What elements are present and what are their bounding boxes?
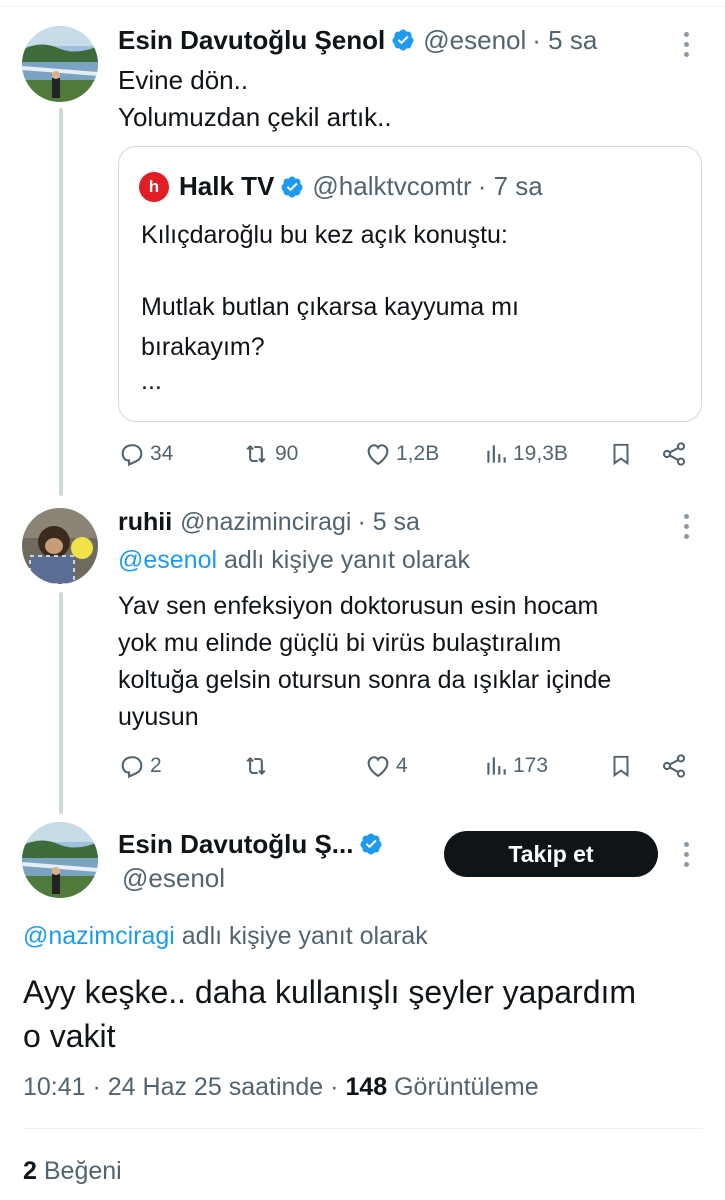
views-icon: [487, 445, 506, 463]
main-tweet-handle-row: @esenol: [118, 862, 225, 894]
repost-button[interactable]: [241, 752, 275, 780]
view-label: Görüntüleme: [394, 1073, 539, 1101]
tweet-text-line: yok mu elinde güçlü bi virüs bulaştıralı…: [118, 629, 562, 657]
main-tweet-timestamp: 10:41 · 24 Haz 25 saatinde · 148 Görüntü…: [23, 1071, 539, 1103]
likes-count: 2: [23, 1157, 37, 1185]
reply-mention-link[interactable]: @nazimciragi: [23, 922, 175, 950]
bookmark-icon: [613, 755, 629, 778]
reply-count: 34: [150, 442, 174, 465]
more-icon[interactable]: [684, 514, 690, 544]
verified-badge-icon: [360, 833, 382, 855]
quote-text-line: Kılıçdaroğlu bu kez açık konuştu:: [141, 221, 508, 249]
reply-count: 2: [150, 754, 162, 777]
tweet-text-line: Yolumuzdan çekil artık..: [118, 102, 392, 132]
author-name[interactable]: ruhii: [118, 506, 172, 538]
like-button[interactable]: 1,2B: [364, 440, 439, 468]
like-count: 4: [396, 754, 408, 777]
tweet-actions: 34 90 1,2B 19,3B: [118, 440, 698, 474]
repost-button[interactable]: 90: [241, 440, 298, 468]
bookmark-icon: [613, 443, 629, 466]
tweet-header: ruhii @naziminciragi · 5 sa: [118, 506, 420, 538]
reply-button[interactable]: 2: [118, 752, 162, 780]
verified-badge-icon: [392, 29, 414, 51]
quote-text-line: ...: [141, 367, 162, 395]
repost-icon: [246, 756, 266, 776]
reply-to-suffix: adlı kişiye yanıt olarak: [224, 546, 470, 574]
main-tweet-text: Ayy keşke.. daha kullanışlı şeyler yapar…: [23, 970, 713, 1058]
reply-mention-link[interactable]: @esenol: [118, 546, 217, 574]
like-icon: [367, 756, 389, 778]
tweet-text: Yav sen enfeksiyon doktorusun esin hocam…: [118, 588, 611, 736]
view-count: 148: [345, 1073, 388, 1101]
thread-line: [59, 108, 63, 496]
author-handle[interactable]: @naziminciragi: [180, 506, 351, 538]
reply-to-suffix: adlı kişiye yanıt olarak: [181, 922, 428, 950]
avatar[interactable]: [22, 508, 98, 584]
views-button[interactable]: 19,3B: [483, 440, 568, 468]
author-handle[interactable]: @esenol: [122, 862, 225, 894]
author-handle[interactable]: @esenol: [423, 24, 526, 56]
author-name[interactable]: Esin Davutoğlu Ş...: [118, 828, 353, 860]
quote-text-line: Mutlak butlan çıkarsa kayyuma mı: [141, 293, 519, 321]
reply-to: @esenol adlı kişiye yanıt olarak: [118, 544, 470, 576]
tweet-text: Evine dön.. Yolumuzdan çekil artık..: [118, 62, 392, 136]
likes-label: Beğeni: [43, 1157, 122, 1185]
share-icon: [662, 754, 686, 778]
like-button[interactable]: 4: [364, 752, 408, 780]
tweet-time[interactable]: · 5 sa: [532, 24, 597, 56]
views-button[interactable]: 173: [483, 752, 548, 780]
verified-badge-icon: [281, 176, 303, 197]
repost-icon: [246, 444, 266, 464]
avatar[interactable]: [22, 822, 98, 898]
tweet-text-line: koltuğa gelsin otursun sonra da ışıklar …: [118, 666, 612, 694]
quoted-tweet[interactable]: h Halk TV @halktvcomtr · 7 sa Kılıçdaroğ…: [118, 146, 702, 422]
share-button[interactable]: [660, 440, 688, 468]
reply-icon: [121, 444, 143, 467]
halktv-logo: h: [139, 171, 169, 202]
quote-author-handle: @halktvcomtr: [312, 171, 472, 201]
tweet-text-line: Yav sen enfeksiyon doktorusun esin hocam: [118, 592, 599, 620]
bookmark-button[interactable]: [608, 440, 634, 468]
author-name[interactable]: Esin Davutoğlu Şenol: [118, 24, 385, 56]
views-count: 173: [513, 754, 549, 777]
timestamp-text[interactable]: 10:41 · 24 Haz 25 saatinde ·: [23, 1073, 338, 1101]
more-icon[interactable]: [684, 32, 690, 62]
quote-author-name: Halk TV: [179, 171, 275, 201]
tweet-time[interactable]: · 5 sa: [357, 506, 420, 538]
tweet-header: Esin Davutoğlu Şenol @esenol · 5 sa: [118, 24, 597, 56]
reply-button[interactable]: 34: [118, 440, 173, 468]
reply-to: @nazimciragi adlı kişiye yanıt olarak: [23, 920, 428, 952]
quote-header: h Halk TV @halktvcomtr · 7 sa: [139, 171, 543, 202]
share-button[interactable]: [660, 752, 688, 780]
divider: [23, 1128, 702, 1129]
views-icon: [487, 757, 506, 775]
follow-button[interactable]: Takip et: [444, 831, 658, 877]
bookmark-button[interactable]: [608, 752, 634, 780]
top-divider: [0, 6, 725, 7]
likes-summary[interactable]: 2 Beğeni: [23, 1155, 122, 1187]
share-icon: [662, 442, 686, 466]
repost-count: 90: [275, 442, 299, 465]
avatar[interactable]: [22, 26, 98, 102]
main-tweet-text-line: o vakit: [23, 1018, 116, 1054]
tweet-text-line: Evine dön..: [118, 65, 249, 95]
more-icon[interactable]: [684, 842, 690, 872]
quote-time: · 7 sa: [477, 171, 543, 201]
tweet-text-line: uyusun: [118, 703, 199, 731]
like-icon: [367, 444, 389, 466]
views-count: 19,3B: [513, 442, 568, 465]
tweet-actions: 2 4 173: [118, 752, 698, 786]
like-count: 1,2B: [396, 442, 440, 465]
reply-icon: [121, 756, 143, 779]
main-tweet-header: Esin Davutoğlu Ş...: [118, 828, 383, 860]
thread-line: [59, 592, 63, 814]
main-tweet-text-line: Ayy keşke.. daha kullanışlı şeyler yapar…: [23, 974, 637, 1010]
